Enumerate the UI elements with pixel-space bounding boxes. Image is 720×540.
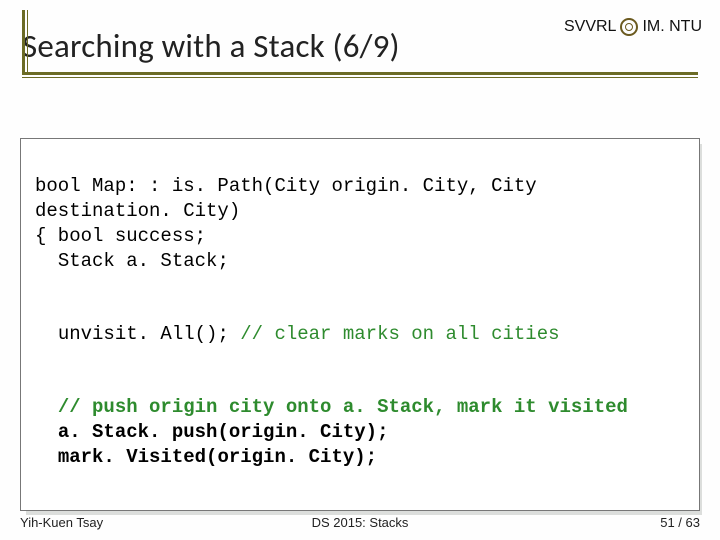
code-call: unvisit. All();	[35, 323, 229, 345]
code-line: { bool success;	[35, 225, 206, 247]
code-line: destination. City)	[35, 200, 240, 222]
footer: Yih-Kuen Tsay DS 2015: Stacks 51 / 63	[0, 515, 720, 530]
affil-left: SVVRL	[564, 18, 616, 36]
slide-title: Searching with a Stack (6/9)	[18, 26, 400, 72]
code-line: bool Map: : is. Path(City origin. City, …	[35, 175, 537, 197]
blank-line	[35, 274, 685, 297]
code-block: bool Map: : is. Path(City origin. City, …	[20, 138, 700, 511]
code-line: unvisit. All(); // clear marks on all ci…	[35, 323, 560, 345]
affil-right: IM. NTU	[642, 18, 702, 36]
header: Searching with a Stack (6/9) SVVRL IM. N…	[18, 0, 702, 72]
footer-page: 51 / 63	[660, 515, 700, 530]
blank-line	[35, 347, 685, 370]
footer-course: DS 2015: Stacks	[312, 515, 409, 530]
page-sep: /	[675, 515, 686, 530]
code-line: Stack a. Stack;	[35, 250, 229, 272]
slide: Searching with a Stack (6/9) SVVRL IM. N…	[0, 0, 720, 540]
code-content: bool Map: : is. Path(City origin. City, …	[20, 138, 700, 511]
seal-icon	[620, 18, 638, 36]
code-line: a. Stack. push(origin. City);	[35, 421, 388, 443]
code-comment: // clear marks on all cities	[229, 323, 560, 345]
affiliation: SVVRL IM. NTU	[564, 18, 702, 72]
page-current: 51	[660, 515, 674, 530]
page-total: 63	[686, 515, 700, 530]
title-rule	[22, 72, 698, 78]
title-rule-vertical	[22, 10, 28, 72]
footer-author: Yih-Kuen Tsay	[20, 515, 103, 530]
code-line: mark. Visited(origin. City);	[35, 446, 377, 468]
code-comment: // push origin city onto a. Stack, mark …	[35, 396, 628, 418]
